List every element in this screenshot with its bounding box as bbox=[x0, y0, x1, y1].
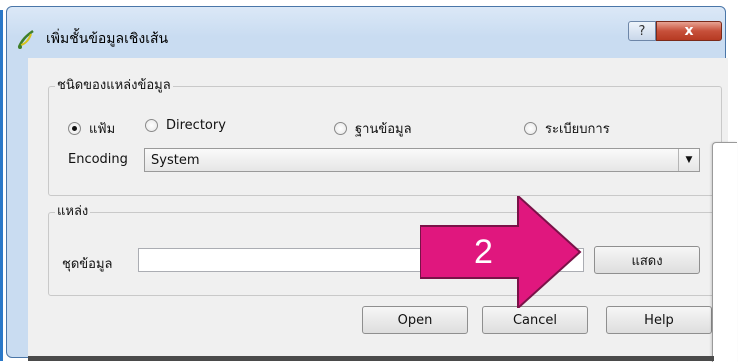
window-left-edge bbox=[0, 10, 3, 361]
title-bar: เพิ่มชั้นข้อมูลเชิงเส้น bbox=[16, 24, 516, 54]
help-button[interactable]: Help bbox=[606, 306, 712, 334]
radio-protocol-indicator[interactable] bbox=[524, 122, 537, 135]
radio-file[interactable]: แฟ้ม bbox=[68, 118, 115, 139]
radio-directory-indicator[interactable] bbox=[145, 119, 158, 132]
browse-button[interactable]: แสดง bbox=[594, 246, 700, 274]
dropdown-arrow-icon[interactable]: ▼ bbox=[678, 149, 699, 171]
radio-database[interactable]: ฐานข้อมูล bbox=[334, 118, 412, 139]
radio-database-indicator[interactable] bbox=[334, 122, 347, 135]
source-type-group: ชนิดของแหล่งข้อมูล bbox=[48, 78, 722, 196]
cancel-button[interactable]: Cancel bbox=[482, 306, 588, 334]
source-type-legend: ชนิดของแหล่งข้อมูล bbox=[55, 78, 173, 94]
background-panel-edge bbox=[712, 142, 737, 362]
title-help-button[interactable]: ? bbox=[628, 21, 656, 41]
radio-file-label: แฟ้ม bbox=[89, 122, 116, 137]
radio-protocol-label: ระเบียบการ bbox=[545, 122, 610, 137]
annotation-step-number: 2 bbox=[474, 233, 493, 271]
encoding-selected-value: System bbox=[151, 152, 200, 168]
window-title: เพิ่มชั้นข้อมูลเชิงเส้น bbox=[46, 31, 169, 47]
radio-directory[interactable]: Directory bbox=[145, 118, 226, 133]
radio-protocol[interactable]: ระเบียบการ bbox=[524, 118, 610, 139]
open-button[interactable]: Open bbox=[362, 306, 468, 334]
radio-directory-label: Directory bbox=[166, 118, 226, 133]
encoding-label: Encoding bbox=[68, 152, 128, 167]
dialog-client-area: ชนิดของแหล่งข้อมูล แฟ้ม Directory ฐานข้อ… bbox=[28, 58, 728, 358]
source-legend: แหล่ง bbox=[55, 204, 91, 220]
dataset-label: ชุดข้อมูล bbox=[62, 257, 113, 272]
radio-file-indicator[interactable] bbox=[68, 122, 81, 135]
window-bottom-edge bbox=[28, 356, 714, 361]
radio-database-label: ฐานข้อมูล bbox=[355, 122, 412, 137]
encoding-select[interactable]: System ▼ bbox=[144, 148, 700, 172]
title-close-button[interactable]: x bbox=[656, 21, 722, 41]
qgis-vector-layer-icon bbox=[17, 29, 34, 49]
